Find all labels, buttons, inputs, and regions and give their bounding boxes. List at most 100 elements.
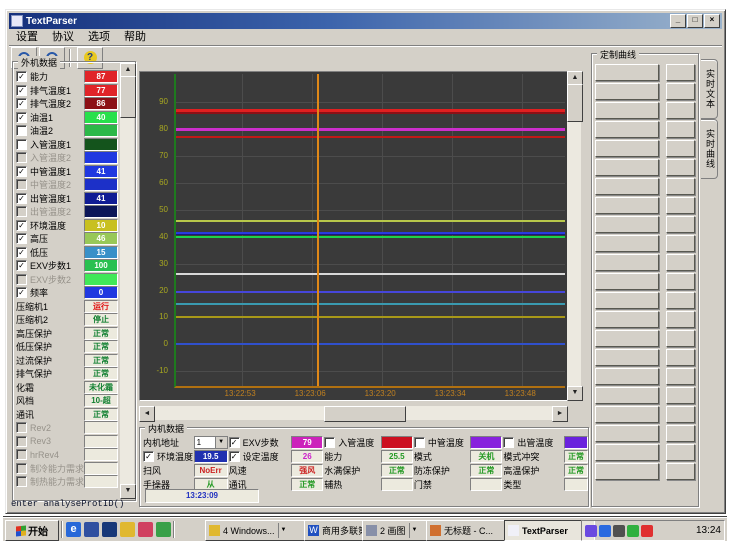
curve-slot-narrow[interactable] bbox=[666, 159, 695, 176]
maximize-button[interactable]: □ bbox=[687, 14, 703, 28]
curve-slot-narrow[interactable] bbox=[666, 254, 695, 271]
curve-slot-wide[interactable] bbox=[595, 330, 659, 347]
curve-slot-narrow[interactable] bbox=[666, 216, 695, 233]
checkbox[interactable]: ✓ bbox=[16, 247, 27, 258]
curve-slot-wide[interactable] bbox=[595, 292, 659, 309]
chart-vertical-scrollbar[interactable]: ▲ ▼ bbox=[567, 71, 581, 401]
checkbox[interactable]: ✓ bbox=[16, 233, 27, 244]
taskbar-button-无标题 - C...[interactable]: 无标题 - C... bbox=[426, 520, 509, 541]
checkbox[interactable]: ✓ bbox=[16, 112, 27, 123]
curve-slot-narrow[interactable] bbox=[666, 406, 695, 423]
green-tray-icon[interactable] bbox=[627, 525, 639, 537]
checkbox[interactable] bbox=[414, 437, 425, 448]
checkbox[interactable]: ✓ bbox=[16, 166, 27, 177]
curve-slot-wide[interactable] bbox=[595, 197, 659, 214]
checkbox[interactable]: ✓ bbox=[16, 98, 27, 109]
curve-slot-narrow[interactable] bbox=[666, 444, 695, 461]
curve-slot-wide[interactable] bbox=[595, 102, 659, 119]
app-red-icon[interactable] bbox=[138, 522, 153, 537]
minimize-button[interactable]: _ bbox=[670, 14, 686, 28]
checkbox[interactable] bbox=[16, 476, 27, 487]
curve-slot-wide[interactable] bbox=[595, 254, 659, 271]
checkbox[interactable] bbox=[16, 152, 27, 163]
start-button[interactable]: 开始 bbox=[5, 520, 59, 541]
checkbox[interactable]: ✓ bbox=[16, 193, 27, 204]
taskbar-button-商用多联第...[interactable]: W商用多联第... bbox=[304, 520, 367, 541]
curve-slot-narrow[interactable] bbox=[666, 311, 695, 328]
curve-slot-narrow[interactable] bbox=[666, 292, 695, 309]
address-dropdown[interactable]: 1▼ bbox=[194, 436, 228, 449]
taskbar-button-2 画图[interactable]: 2 画图▼ bbox=[362, 520, 431, 541]
curve-slot-wide[interactable] bbox=[595, 425, 659, 442]
curve-slot-narrow[interactable] bbox=[666, 387, 695, 404]
curve-slot-narrow[interactable] bbox=[666, 64, 695, 81]
curve-slot-narrow[interactable] bbox=[666, 178, 695, 195]
taskbar-button-4 Windows...[interactable]: 4 Windows...▼ bbox=[205, 520, 308, 541]
curve-slot-narrow[interactable] bbox=[666, 368, 695, 385]
curve-slot-wide[interactable] bbox=[595, 387, 659, 404]
chevron-down-icon[interactable]: ▼ bbox=[215, 437, 227, 448]
browser-icon[interactable] bbox=[84, 522, 99, 537]
curve-slot-wide[interactable] bbox=[595, 64, 659, 81]
mail-icon[interactable] bbox=[120, 522, 135, 537]
checkbox[interactable]: ✓ bbox=[16, 287, 27, 298]
menu-item-设置[interactable]: 设置 bbox=[9, 30, 45, 44]
curve-slot-wide[interactable] bbox=[595, 273, 659, 290]
menu-item-帮助[interactable]: 帮助 bbox=[117, 30, 153, 44]
curve-slot-wide[interactable] bbox=[595, 463, 659, 480]
curve-slot-narrow[interactable] bbox=[666, 349, 695, 366]
chart-horizontal-scrollbar[interactable]: ◄ ► bbox=[139, 406, 568, 420]
checkbox[interactable] bbox=[16, 463, 27, 474]
curve-slot-narrow[interactable] bbox=[666, 197, 695, 214]
tab-实时曲线[interactable]: 实时曲线 bbox=[701, 119, 718, 179]
ie-icon[interactable]: e bbox=[66, 522, 81, 537]
updown-arrows-icon[interactable] bbox=[613, 525, 625, 537]
curve-slot-wide[interactable] bbox=[595, 216, 659, 233]
tab-实时文本[interactable]: 实时文本 bbox=[701, 59, 718, 119]
curve-slot-wide[interactable] bbox=[595, 368, 659, 385]
curve-slot-narrow[interactable] bbox=[666, 235, 695, 252]
curve-slot-wide[interactable] bbox=[595, 406, 659, 423]
curve-slot-narrow[interactable] bbox=[666, 463, 695, 480]
menu-item-选项[interactable]: 选项 bbox=[81, 30, 117, 44]
menu-item-协议[interactable]: 协议 bbox=[45, 30, 81, 44]
checkbox[interactable] bbox=[16, 422, 27, 433]
curve-slot-wide[interactable] bbox=[595, 349, 659, 366]
checkbox[interactable] bbox=[16, 139, 27, 150]
checkbox[interactable] bbox=[16, 125, 27, 136]
checkbox[interactable] bbox=[16, 179, 27, 190]
curve-slot-narrow[interactable] bbox=[666, 425, 695, 442]
checkbox[interactable] bbox=[16, 436, 27, 447]
curve-slot-narrow[interactable] bbox=[666, 83, 695, 100]
swoosh-icon[interactable] bbox=[585, 525, 597, 537]
checkbox[interactable] bbox=[16, 206, 27, 217]
checkbox[interactable]: ✓ bbox=[16, 220, 27, 231]
checkbox[interactable]: ✓ bbox=[16, 71, 27, 82]
checkbox[interactable]: ✓ bbox=[229, 451, 240, 462]
scrollbar-thumb[interactable] bbox=[567, 84, 583, 122]
scroll-down-icon[interactable]: ▼ bbox=[120, 484, 136, 499]
checkbox[interactable] bbox=[16, 274, 27, 285]
checkbox[interactable] bbox=[503, 437, 514, 448]
curve-slot-wide[interactable] bbox=[595, 140, 659, 157]
app-green-icon[interactable] bbox=[156, 522, 171, 537]
checkbox[interactable]: ✓ bbox=[229, 437, 240, 448]
scroll-down-icon[interactable]: ▼ bbox=[567, 386, 583, 401]
curve-slot-wide[interactable] bbox=[595, 159, 659, 176]
scrollbar-thumb[interactable] bbox=[120, 76, 136, 118]
curve-slot-narrow[interactable] bbox=[666, 273, 695, 290]
checkbox[interactable] bbox=[16, 449, 27, 460]
chevron-down-icon[interactable]: ▼ bbox=[409, 523, 420, 538]
curve-slot-narrow[interactable] bbox=[666, 330, 695, 347]
messenger-icon[interactable] bbox=[599, 525, 611, 537]
checkbox[interactable]: ✓ bbox=[16, 260, 27, 271]
curve-slot-wide[interactable] bbox=[595, 235, 659, 252]
close-button[interactable]: × bbox=[704, 14, 720, 28]
media-icon[interactable] bbox=[102, 522, 117, 537]
curve-slot-narrow[interactable] bbox=[666, 121, 695, 138]
curve-slot-wide[interactable] bbox=[595, 121, 659, 138]
chevron-down-icon[interactable]: ▼ bbox=[278, 523, 289, 538]
curve-slot-wide[interactable] bbox=[595, 311, 659, 328]
curve-slot-wide[interactable] bbox=[595, 444, 659, 461]
curve-slot-wide[interactable] bbox=[595, 178, 659, 195]
